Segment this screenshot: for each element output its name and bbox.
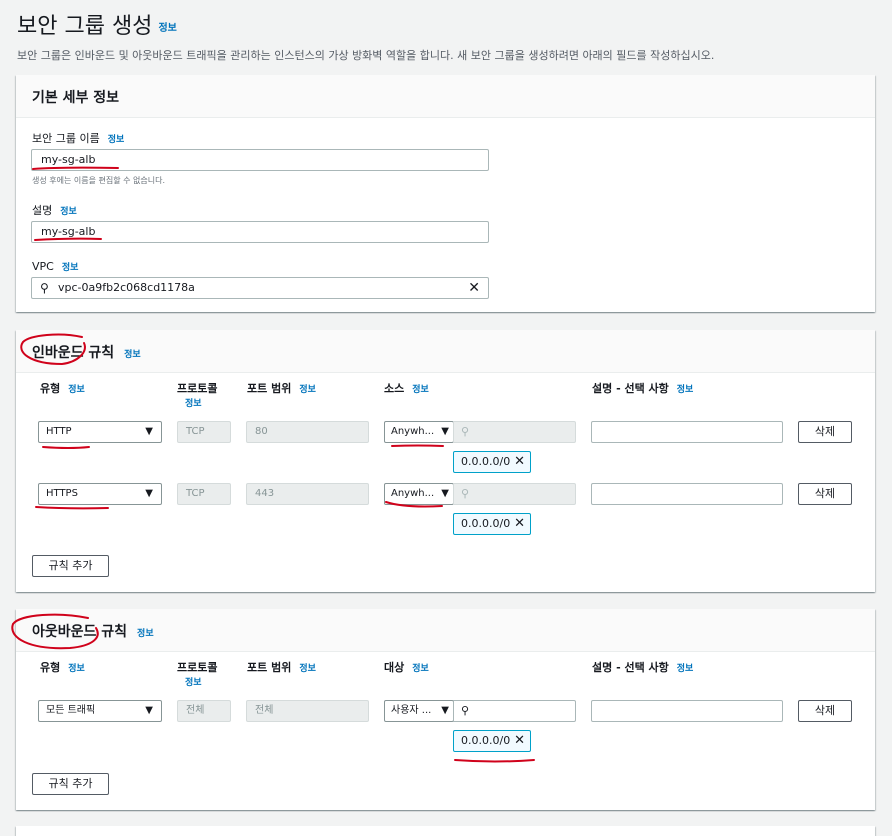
basic-details-header: 기본 세부 정보 <box>16 75 875 118</box>
col-port-info[interactable]: 정보 <box>299 385 316 395</box>
caret-down-icon: ▼ <box>145 426 153 437</box>
col-protocol-info[interactable]: 정보 <box>185 675 202 688</box>
col-desc: 설명 - 선택 사항 정보 <box>592 661 694 674</box>
inbound-rules-header: 인바운드 규칙 정보 <box>16 330 875 373</box>
col-type-info[interactable]: 정보 <box>68 664 85 674</box>
rule-description-input[interactable] <box>591 421 783 443</box>
delete-rule-button[interactable]: 삭제 <box>798 421 852 443</box>
delete-rule-button[interactable]: 삭제 <box>798 700 852 722</box>
page-description: 보안 그룹은 인바운드 및 아웃바운드 트래픽을 관리하는 인스턴스의 가상 방… <box>17 49 715 62</box>
caret-down-icon: ▼ <box>441 426 449 437</box>
outbound-rules-title: 아웃바운드 규칙 정보 <box>32 624 154 640</box>
vpc-value: vpc-0a9fb2c068cd1178a <box>58 281 195 294</box>
rule-description-input[interactable] <box>591 483 783 505</box>
basic-details-title: 기본 세부 정보 <box>32 90 120 106</box>
col-type-info[interactable]: 정보 <box>68 385 85 395</box>
col-protocol: 프로토콜 <box>177 661 218 674</box>
outbound-info-link[interactable]: 정보 <box>137 629 154 639</box>
caret-down-icon: ▼ <box>441 488 449 499</box>
description-input[interactable]: my-sg-alb <box>31 221 489 243</box>
rule-protocol: TCP <box>177 483 231 505</box>
col-source-info[interactable]: 정보 <box>412 385 429 395</box>
caret-down-icon: ▼ <box>145 705 153 716</box>
rule-destination-search[interactable]: ⚲ <box>453 700 576 722</box>
cidr-token: 0.0.0.0/0 ✕ <box>453 451 531 473</box>
col-port-info[interactable]: 정보 <box>299 664 316 674</box>
page-title: 보안 그룹 생성 정보 <box>17 14 177 39</box>
col-protocol: 프로토콜 <box>177 382 218 395</box>
col-port: 포트 범위 정보 <box>247 382 316 395</box>
rule-description-input[interactable] <box>591 700 783 722</box>
col-desc-info[interactable]: 정보 <box>677 385 694 395</box>
rule-source-search[interactable]: ⚲ <box>453 421 576 443</box>
rule-protocol: TCP <box>177 421 231 443</box>
col-desc: 설명 - 선택 사항 정보 <box>592 382 694 395</box>
rule-type-select[interactable]: HTTPS ▼ <box>38 483 162 505</box>
search-icon: ⚲ <box>40 281 49 295</box>
basic-details-panel: 기본 세부 정보 보안 그룹 이름 정보 my-sg-alb 생성 후에는 이름을… <box>16 75 875 312</box>
inbound-rules-panel: 인바운드 규칙 정보 유형 정보 프로토콜 정보 포트 범위 정보 소스 정보 설명 -… <box>16 330 875 592</box>
sg-name-info-link[interactable]: 정보 <box>108 135 125 145</box>
vpc-input[interactable]: ⚲ vpc-0a9fb2c068cd1178a ✕ <box>31 277 489 299</box>
rule-type-select[interactable]: 모든 트래픽 ▼ <box>38 700 162 722</box>
col-destination-info[interactable]: 정보 <box>412 664 429 674</box>
rule-source-search[interactable]: ⚲ <box>453 483 576 505</box>
col-desc-info[interactable]: 정보 <box>677 664 694 674</box>
sg-name-input[interactable]: my-sg-alb <box>31 149 489 171</box>
add-rule-button[interactable]: 규칙 추가 <box>32 773 109 795</box>
rule-port: 443 <box>246 483 369 505</box>
sg-name-label: 보안 그룹 이름 정보 <box>32 132 125 145</box>
caret-down-icon: ▼ <box>145 488 153 499</box>
cidr-token: 0.0.0.0/0 ✕ <box>453 513 531 535</box>
close-icon[interactable]: ✕ <box>468 278 480 298</box>
title-info-link[interactable]: 정보 <box>158 23 176 34</box>
add-rule-button[interactable]: 규칙 추가 <box>32 555 109 577</box>
col-source: 소스 정보 <box>384 382 429 395</box>
description-info-link[interactable]: 정보 <box>60 207 77 217</box>
description-label: 설명 정보 <box>32 204 77 217</box>
sg-name-hint: 생성 후에는 이름을 편집할 수 없습니다. <box>32 176 166 185</box>
vpc-info-link[interactable]: 정보 <box>62 263 79 273</box>
rule-source-select[interactable]: Anywh... ▼ <box>384 483 454 505</box>
outbound-rules-panel: 아웃바운드 규칙 정보 유형 정보 프로토콜 정보 포트 범위 정보 대상 정보 설명 … <box>16 609 875 810</box>
col-destination: 대상 정보 <box>384 661 429 674</box>
delete-rule-button[interactable]: 삭제 <box>798 483 852 505</box>
close-icon[interactable]: ✕ <box>514 452 525 471</box>
rule-destination-select[interactable]: 사용자 ... ▼ <box>384 700 454 722</box>
outbound-rules-header: 아웃바운드 규칙 정보 <box>16 609 875 652</box>
close-icon[interactable]: ✕ <box>514 731 525 750</box>
col-port: 포트 범위 정보 <box>247 661 316 674</box>
vpc-label: VPC 정보 <box>32 260 79 273</box>
rule-port: 80 <box>246 421 369 443</box>
rule-type-select[interactable]: HTTP ▼ <box>38 421 162 443</box>
search-icon: ⚲ <box>461 425 470 438</box>
close-icon[interactable]: ✕ <box>514 514 525 533</box>
inbound-info-link[interactable]: 정보 <box>124 350 141 360</box>
rule-port: 전체 <box>246 700 369 722</box>
col-protocol-info[interactable]: 정보 <box>185 396 202 409</box>
rule-protocol: 전체 <box>177 700 231 722</box>
caret-down-icon: ▼ <box>441 705 449 716</box>
search-icon: ⚲ <box>461 704 470 717</box>
col-type: 유형 정보 <box>40 382 85 395</box>
inbound-rules-title: 인바운드 규칙 정보 <box>32 345 141 361</box>
search-icon: ⚲ <box>461 487 470 500</box>
col-type: 유형 정보 <box>40 661 85 674</box>
cidr-token: 0.0.0.0/0 ✕ <box>453 730 531 752</box>
rule-source-select[interactable]: Anywh... ▼ <box>384 421 454 443</box>
next-panel-edge <box>16 826 875 836</box>
